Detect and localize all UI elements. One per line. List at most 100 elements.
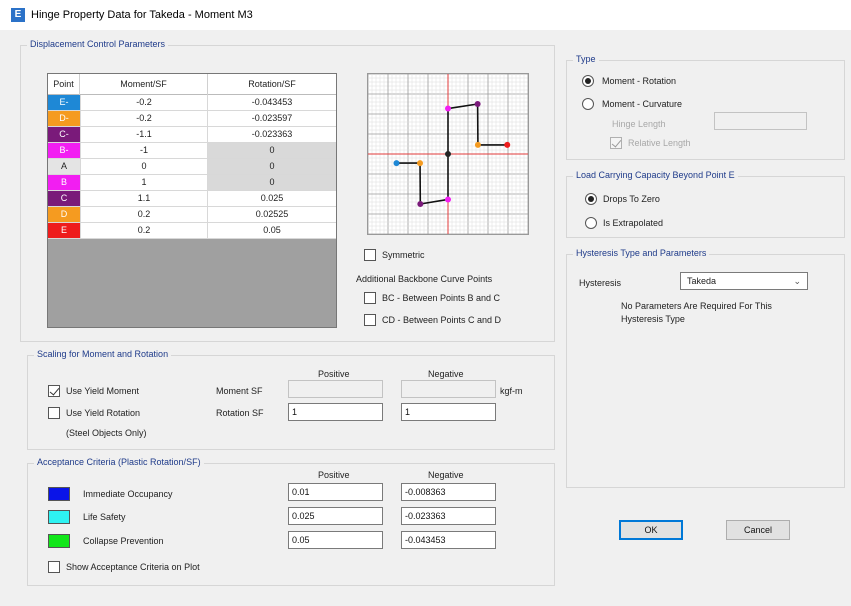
point-marker-E- (393, 160, 400, 167)
io-negative-input[interactable]: -0.008363 (401, 483, 496, 501)
col-header-rotation: Rotation/SF (248, 79, 296, 89)
moment-cell[interactable]: -1 (80, 143, 208, 158)
moment-rotation-radio[interactable] (582, 75, 594, 87)
rotation-cell[interactable]: 0 (208, 175, 336, 190)
rotation-cell[interactable]: 0.025 (208, 191, 336, 206)
point-cell: D (48, 207, 80, 222)
acceptance-negative-header: Negative (428, 470, 464, 480)
point-cell: D- (48, 111, 80, 126)
hysteresis-select[interactable]: Takeda ⌄ (680, 272, 808, 290)
moment-cell[interactable]: 1 (80, 175, 208, 190)
steel-objects-label: (Steel Objects Only) (66, 428, 147, 438)
use-yield-moment-checkbox[interactable] (48, 385, 60, 397)
hinge-length-input[interactable] (714, 112, 807, 130)
moment-cell[interactable]: -0.2 (80, 111, 208, 126)
load-group-title: Load Carrying Capacity Beyond Point E (573, 170, 738, 180)
rotation-cell[interactable]: -0.023597 (208, 111, 336, 126)
point-cell: C- (48, 127, 80, 142)
scaling-positive-header: Positive (318, 369, 350, 379)
hysteresis-note-line2: Hysteresis Type (621, 314, 685, 324)
hysteresis-note-line1: No Parameters Are Required For This (621, 301, 772, 311)
backbone-table[interactable]: Point Moment/SF Rotation/SF E- -0.2 -0.043… (47, 73, 337, 328)
drops-to-zero-radio[interactable] (585, 193, 597, 205)
moment-cell[interactable]: 0.2 (80, 223, 208, 238)
cp-positive-input[interactable]: 0.05 (288, 531, 383, 549)
symmetric-label: Symmetric (382, 250, 425, 260)
moment-curvature-label: Moment - Curvature (602, 99, 683, 109)
cd-checkbox[interactable] (364, 314, 376, 326)
ls-positive-input[interactable]: 0.025 (288, 507, 383, 525)
moment-sf-positive-input[interactable] (288, 380, 383, 398)
table-row[interactable]: C 1.1 0.025 (48, 191, 336, 207)
hinge-length-label: Hinge Length (612, 119, 666, 129)
cancel-button[interactable]: Cancel (726, 520, 790, 540)
cp-negative-input[interactable]: -0.043453 (401, 531, 496, 549)
rotation-cell[interactable]: 0.02525 (208, 207, 336, 222)
rotation-sf-positive-input[interactable]: 1 (288, 403, 383, 421)
rotation-cell[interactable]: 0 (208, 143, 336, 158)
immediate-occupancy-label: Immediate Occupancy (83, 489, 173, 499)
point-marker-D (474, 141, 481, 148)
is-extrapolated-radio[interactable] (585, 217, 597, 229)
hysteresis-group-title: Hysteresis Type and Parameters (573, 248, 710, 258)
use-yield-rotation-label: Use Yield Rotation (66, 408, 141, 418)
collapse-prevention-swatch[interactable] (48, 534, 70, 548)
moment-cell[interactable]: -1.1 (80, 127, 208, 142)
relative-length-checkbox[interactable] (610, 137, 622, 149)
io-positive-input[interactable]: 0.01 (288, 483, 383, 501)
rotation-sf-negative-input[interactable]: 1 (401, 403, 496, 421)
point-cell: E (48, 223, 80, 238)
col-header-moment: Moment/SF (80, 74, 208, 95)
table-row[interactable]: E- -0.2 -0.043453 (48, 95, 336, 111)
table-row[interactable]: D 0.2 0.02525 (48, 207, 336, 223)
point-cell: A (48, 159, 80, 174)
bc-checkbox[interactable] (364, 292, 376, 304)
backbone-plot-svg (367, 73, 529, 235)
immediate-occupancy-swatch[interactable] (48, 487, 70, 501)
type-group: Type (566, 54, 845, 160)
table-row[interactable]: B- -1 0 (48, 143, 336, 159)
additional-backbone-label: Additional Backbone Curve Points (356, 274, 493, 284)
type-group-title: Type (573, 54, 599, 64)
show-acceptance-label: Show Acceptance Criteria on Plot (66, 562, 200, 572)
moment-cell[interactable]: 0.2 (80, 207, 208, 222)
point-marker-C- (417, 201, 424, 207)
col-header-point: Point (48, 74, 80, 95)
rotation-cell[interactable]: -0.043453 (208, 95, 336, 110)
cd-label: CD - Between Points C and D (382, 315, 502, 325)
table-row[interactable]: C- -1.1 -0.023363 (48, 127, 336, 143)
point-cell: C (48, 191, 80, 206)
moment-cell[interactable]: 0 (80, 159, 208, 174)
point-marker-C (474, 101, 481, 107)
table-row[interactable]: A00 (48, 159, 336, 175)
rotation-cell[interactable]: 0.05 (208, 223, 336, 238)
acceptance-positive-header: Positive (318, 470, 350, 480)
moment-cell[interactable]: -0.2 (80, 95, 208, 110)
moment-cell[interactable]: 1.1 (80, 191, 208, 206)
bc-label: BC - Between Points B and C (382, 293, 501, 303)
use-yield-rotation-checkbox[interactable] (48, 407, 60, 419)
rotation-sf-label: Rotation SF (216, 408, 264, 418)
life-safety-swatch[interactable] (48, 510, 70, 524)
moment-rotation-label: Moment - Rotation (602, 76, 677, 86)
table-row[interactable]: B10 (48, 175, 336, 191)
moment-sf-negative-input[interactable] (401, 380, 496, 398)
backbone-plot (367, 73, 529, 235)
drops-to-zero-label: Drops To Zero (603, 194, 660, 204)
point-marker-B- (445, 196, 451, 203)
hysteresis-label: Hysteresis (579, 278, 622, 288)
show-acceptance-checkbox[interactable] (48, 561, 60, 573)
scaling-group-title: Scaling for Moment and Rotation (34, 349, 172, 359)
app-icon: E (11, 8, 25, 22)
point-marker-E (504, 141, 511, 148)
moment-curvature-radio[interactable] (582, 98, 594, 110)
hysteresis-select-value: Takeda (687, 276, 717, 286)
table-row[interactable]: D- -0.2 -0.023597 (48, 111, 336, 127)
ok-button[interactable]: OK (619, 520, 683, 540)
table-row[interactable]: E 0.2 0.05 (48, 223, 336, 239)
ls-negative-input[interactable]: -0.023363 (401, 507, 496, 525)
point-marker-B (445, 105, 451, 112)
rotation-cell[interactable]: 0 (208, 159, 336, 174)
symmetric-checkbox[interactable] (364, 249, 376, 261)
rotation-cell[interactable]: -0.023363 (208, 127, 336, 142)
